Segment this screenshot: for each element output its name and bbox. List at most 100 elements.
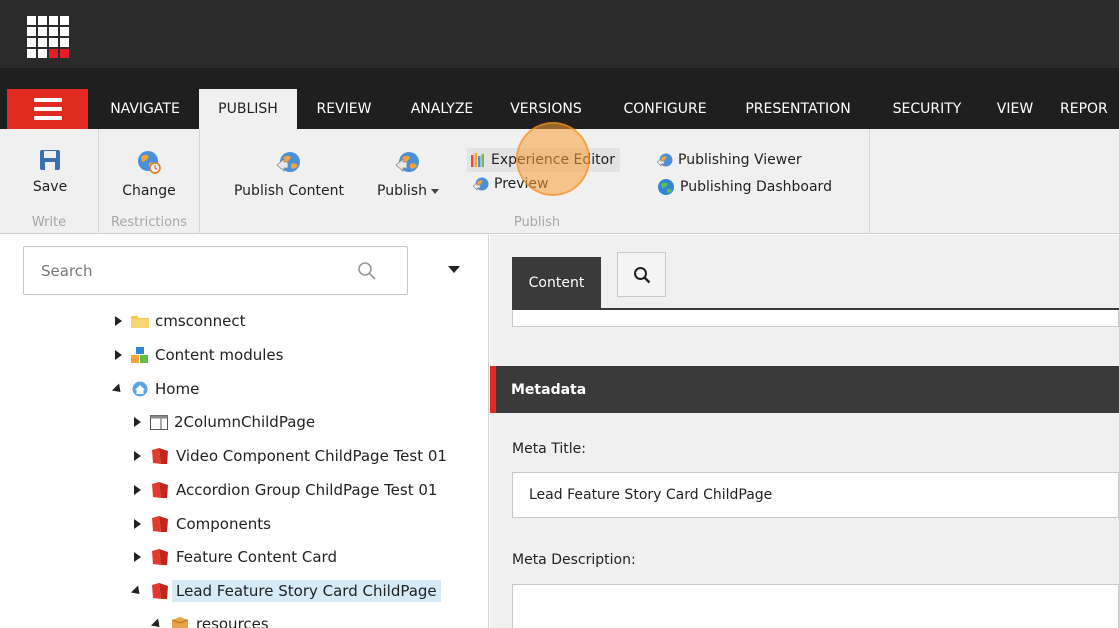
ribbon-group-publish: Publish Content Publish Experience Edito…	[200, 129, 870, 234]
ribbon: Save Write Change Restrictions Publish C…	[0, 129, 1119, 234]
meta-description-label: Meta Description:	[512, 552, 636, 568]
search-icon	[633, 266, 650, 283]
tree-item-lead-feature-story-card[interactable]: Lead Feature Story Card ChildPage	[130, 578, 441, 604]
tree-item-video-component[interactable]: Video Component ChildPage Test 01	[130, 443, 447, 469]
globe-icon	[658, 179, 674, 195]
publish-globe-icon	[276, 152, 300, 172]
save-label: Save	[32, 179, 68, 195]
save-icon	[40, 150, 60, 170]
tab-versions[interactable]: VERSIONS	[496, 89, 596, 129]
tree-item-home[interactable]: Home	[111, 376, 199, 402]
publishing-viewer-label: Publishing Viewer	[678, 152, 802, 168]
preview-button[interactable]: Preview	[470, 172, 554, 196]
section-title: Metadata	[511, 381, 587, 398]
tree-item-label: Home	[155, 380, 200, 398]
collapse-arrow-icon[interactable]	[130, 584, 144, 598]
red-page-icon	[152, 516, 168, 532]
previous-field-input[interactable]	[512, 310, 1119, 327]
chevron-down-icon	[430, 188, 439, 194]
meta-description-input[interactable]	[512, 584, 1119, 628]
experience-editor-label: Experience Editor	[491, 152, 615, 168]
search-icon[interactable]	[357, 261, 377, 281]
tree-item-2columnchildpage[interactable]: 2ColumnChildPage	[130, 409, 315, 435]
tab-view[interactable]: VIEW	[984, 89, 1046, 129]
save-button[interactable]: Save	[30, 149, 70, 195]
sitecore-logo-icon[interactable]	[27, 16, 69, 58]
tab-presentation[interactable]: PRESENTATION	[730, 89, 866, 129]
expand-arrow-icon[interactable]	[130, 552, 144, 562]
tab-reports[interactable]: REPOR	[1060, 89, 1119, 129]
restrictions-group-label: Restrictions	[110, 215, 188, 230]
expand-arrow-icon[interactable]	[130, 451, 144, 461]
tree-item-label: cmsconnect	[155, 312, 246, 330]
tree-item-label: 2ColumnChildPage	[174, 413, 316, 431]
preview-label: Preview	[494, 176, 549, 192]
tab-review[interactable]: REVIEW	[304, 89, 384, 129]
expand-arrow-icon[interactable]	[111, 350, 125, 360]
expand-arrow-icon[interactable]	[111, 316, 125, 326]
expand-arrow-icon[interactable]	[130, 485, 144, 495]
publishing-dashboard-button[interactable]: Publishing Dashboard	[654, 175, 837, 199]
change-restrictions-button[interactable]: Change	[99, 149, 199, 199]
tab-analyze[interactable]: ANALYZE	[396, 89, 488, 129]
publishing-dashboard-label: Publishing Dashboard	[680, 179, 832, 195]
tree-item-label: Feature Content Card	[176, 548, 337, 566]
tree-search-box	[23, 246, 408, 295]
red-page-icon	[152, 583, 168, 599]
experience-editor-button[interactable]: Experience Editor	[467, 148, 620, 172]
tree-item-content-modules[interactable]: Content modules	[111, 342, 283, 368]
tree-dropdown-icon[interactable]	[448, 266, 460, 273]
ribbon-tab-bar: NAVIGATE PUBLISH REVIEW ANALYZE VERSIONS…	[0, 68, 1119, 129]
content-tree-panel: cmsconnect Content modules Home 2ColumnC…	[0, 235, 489, 628]
tree-item-resources[interactable]: resources	[150, 611, 269, 628]
publishing-viewer-button[interactable]: Publishing Viewer	[654, 148, 807, 172]
tree-item-accordion-group[interactable]: Accordion Group ChildPage Test 01	[130, 477, 437, 503]
expand-arrow-icon[interactable]	[130, 417, 144, 427]
top-bar	[0, 0, 1119, 68]
content-editor-panel: Content Metadata Meta Title: Lead Featur…	[490, 235, 1119, 628]
preview-globe-icon	[473, 177, 489, 191]
expand-arrow-icon[interactable]	[130, 519, 144, 529]
collapse-arrow-icon[interactable]	[150, 617, 164, 628]
globe-clock-icon	[138, 151, 161, 174]
meta-title-input[interactable]: Lead Feature Story Card ChildPage	[512, 472, 1119, 518]
tree-item-components[interactable]: Components	[130, 511, 271, 537]
modules-icon	[131, 347, 148, 363]
tree-search-input[interactable]	[24, 247, 344, 294]
hamburger-menu-icon[interactable]	[7, 89, 88, 129]
experience-editor-icon	[471, 153, 484, 167]
tree-item-label: Components	[176, 515, 271, 533]
box-icon	[171, 617, 189, 628]
red-page-icon	[152, 482, 168, 498]
publish-label: Publish	[377, 183, 427, 199]
publish-content-button[interactable]: Publish Content	[228, 149, 350, 199]
red-page-icon	[152, 448, 168, 464]
publish-group-label: Publish	[513, 215, 561, 230]
tree-item-label: Content modules	[155, 346, 284, 364]
ribbon-group-restrictions: Change Restrictions	[99, 129, 200, 234]
publish-globe-icon	[395, 152, 419, 172]
collapse-arrow-icon[interactable]	[111, 382, 125, 396]
change-label: Change	[122, 183, 176, 199]
tab-publish[interactable]: PUBLISH	[199, 89, 297, 129]
page-icon	[150, 414, 168, 430]
search-tab-button[interactable]	[617, 252, 666, 297]
tab-security[interactable]: SECURITY	[880, 89, 974, 129]
publish-content-label: Publish Content	[233, 183, 345, 199]
meta-title-value: Lead Feature Story Card ChildPage	[529, 487, 773, 503]
tree-item-label: Lead Feature Story Card ChildPage	[172, 580, 441, 602]
write-group-label: Write	[31, 215, 67, 230]
tab-configure[interactable]: CONFIGURE	[610, 89, 720, 129]
tab-content[interactable]: Content	[512, 257, 601, 308]
tree-item-cmsconnect[interactable]: cmsconnect	[111, 308, 245, 334]
folder-icon	[131, 316, 149, 328]
tab-navigate[interactable]: NAVIGATE	[98, 89, 192, 129]
tree-item-feature-content-card[interactable]: Feature Content Card	[130, 544, 337, 570]
tree-item-label: Video Component ChildPage Test 01	[176, 447, 447, 465]
red-page-icon	[152, 549, 168, 565]
tree-item-label: Accordion Group ChildPage Test 01	[176, 481, 438, 499]
metadata-section-header[interactable]: Metadata	[490, 366, 1119, 413]
publish-dropdown-button[interactable]: Publish	[372, 149, 444, 199]
meta-title-label: Meta Title:	[512, 441, 586, 457]
publishing-viewer-icon	[657, 153, 673, 167]
